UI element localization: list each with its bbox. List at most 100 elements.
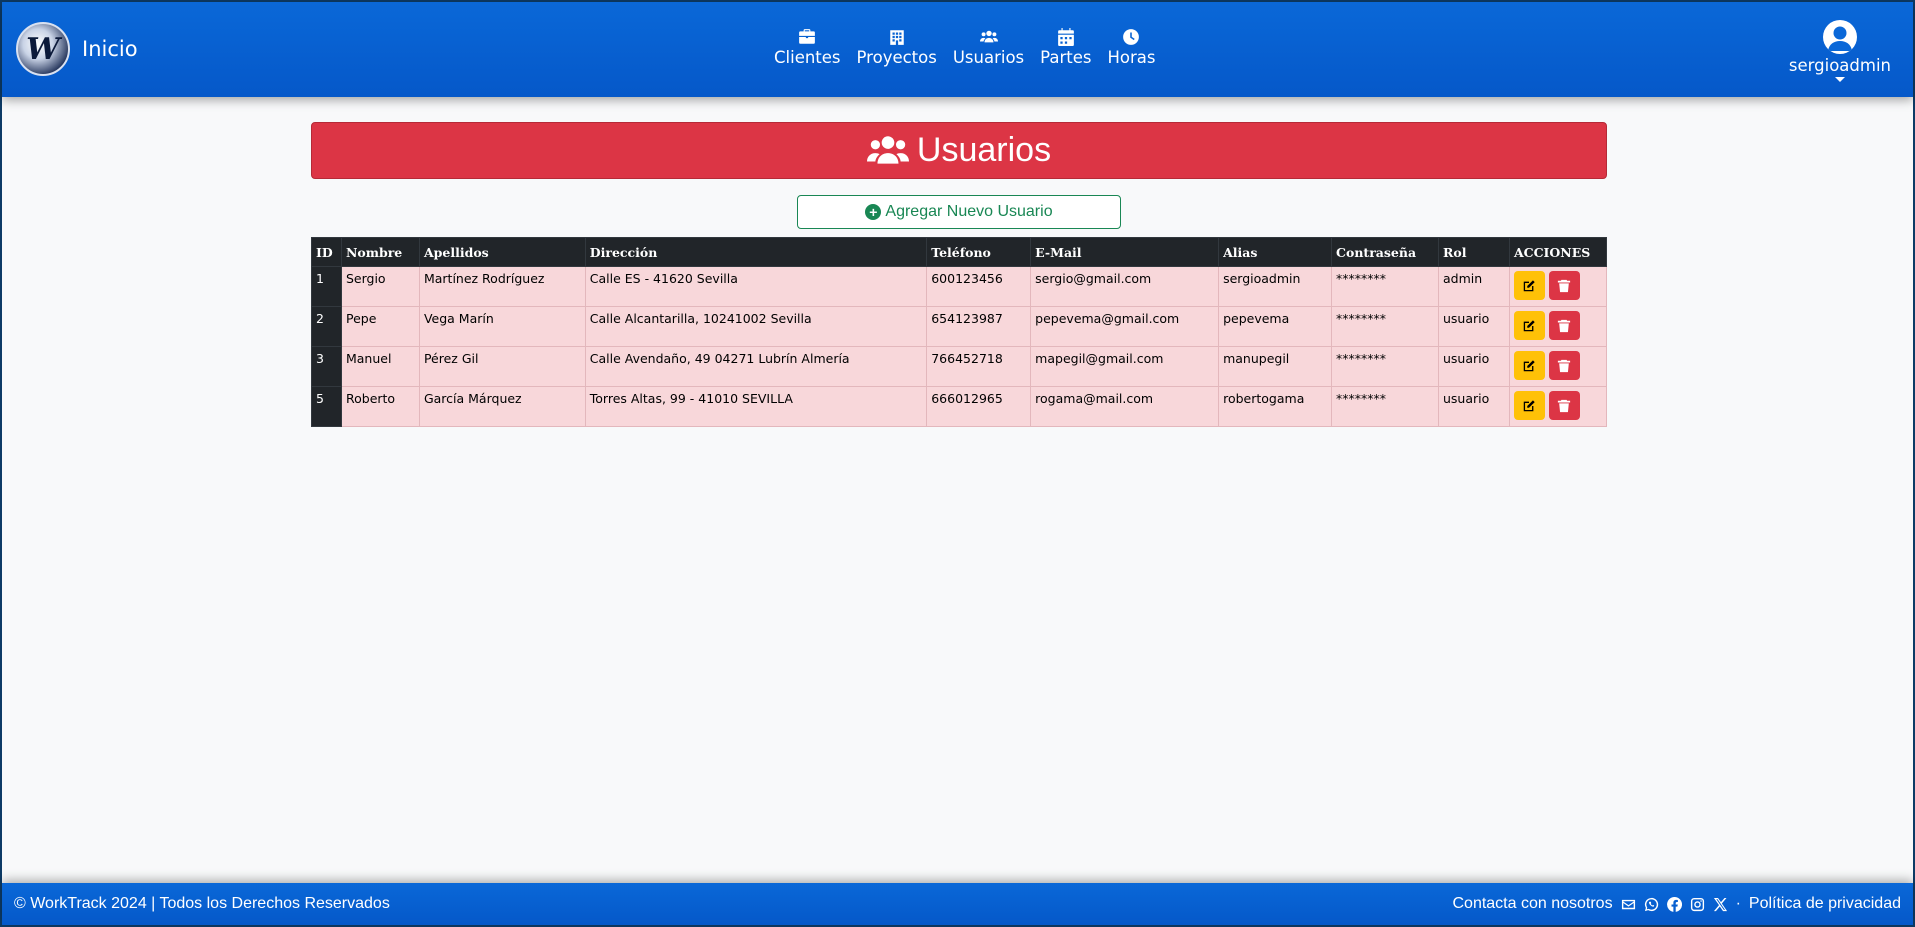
home-label: Inicio [82, 37, 138, 61]
cell-acciones [1508, 386, 1608, 427]
table-row: 5 Roberto García Márquez Torres Altas, 9… [311, 386, 1608, 427]
x-icon[interactable] [1713, 897, 1728, 912]
edit-button[interactable] [1513, 271, 1545, 300]
page-title: Usuarios [916, 131, 1052, 169]
cell-contrasena: ******** [1331, 346, 1439, 387]
nav-item-usuarios[interactable]: Usuarios [953, 28, 1024, 67]
column-header: Nombre [340, 237, 420, 267]
building-icon [889, 30, 904, 45]
delete-button[interactable] [1548, 271, 1580, 300]
nav-label: Proyectos [856, 48, 937, 67]
edit-icon [1524, 399, 1536, 411]
envelope-icon[interactable] [1621, 897, 1636, 912]
edit-icon [1524, 319, 1536, 331]
nav-item-clientes[interactable]: Clientes [774, 28, 841, 67]
cell-rol: usuario [1438, 386, 1510, 427]
edit-icon [1524, 359, 1536, 371]
nav-item-proyectos[interactable]: Proyectos [857, 28, 937, 67]
trash-icon [1558, 399, 1571, 412]
cell-acciones [1508, 306, 1608, 347]
chevron-down-icon [1834, 77, 1845, 82]
column-header: Apellidos [418, 237, 586, 267]
cell-apellidos: Martínez Rodríguez [418, 266, 586, 307]
cell-email: rogama@mail.com [1030, 386, 1220, 427]
footer: © WorkTrack 2024 | Todos los Derechos Re… [2, 883, 1913, 925]
add-user-label: Agregar Nuevo Usuario [885, 203, 1053, 220]
column-header: ACCIONES [1508, 237, 1608, 267]
column-header: ID [311, 237, 342, 267]
instagram-icon[interactable] [1690, 897, 1705, 912]
cell-acciones [1508, 266, 1608, 307]
cell-id: 3 [311, 346, 342, 387]
copyright-text: © WorkTrack 2024 | Todos los Derechos Re… [14, 895, 390, 912]
cell-email: sergio@gmail.com [1030, 266, 1220, 307]
cell-id: 2 [311, 306, 342, 347]
cell-contrasena: ******** [1331, 266, 1439, 307]
nav-item-horas[interactable]: Horas [1107, 28, 1155, 67]
nav-label: Usuarios [952, 48, 1025, 67]
facebook-icon[interactable] [1666, 896, 1682, 912]
cell-contrasena: ******** [1331, 306, 1439, 347]
delete-button[interactable] [1548, 311, 1580, 340]
table-row: 1 Sergio Martínez Rodríguez Calle ES - 4… [311, 266, 1608, 307]
calendar-icon [1057, 28, 1074, 46]
nav-label: Clientes [774, 48, 841, 67]
cell-telefono: 654123987 [926, 306, 1032, 347]
briefcase-icon [799, 29, 816, 44]
edit-button[interactable] [1513, 351, 1545, 380]
cell-nombre: Manuel [340, 346, 420, 387]
edit-button[interactable] [1513, 391, 1545, 420]
user-menu[interactable]: sergioadmin [1789, 20, 1891, 82]
top-navbar: W Inicio Clientes Proyectos Usuarios Par… [2, 2, 1913, 97]
cell-apellidos: Pérez Gil [418, 346, 586, 387]
cell-email: mapegil@gmail.com [1030, 346, 1220, 387]
cell-direccion: Calle Alcantarilla, 10241002 Sevilla [584, 306, 928, 347]
cell-email: pepevema@gmail.com [1030, 306, 1220, 347]
page-title-banner: Usuarios [311, 122, 1607, 179]
cell-alias: pepevema [1218, 306, 1333, 347]
user-avatar-icon [1822, 20, 1857, 54]
column-header: E-Mail [1030, 237, 1220, 267]
clock-icon [1123, 29, 1140, 45]
worktrack-logo: W [16, 22, 70, 76]
privacy-link[interactable]: Política de privacidad [1749, 895, 1901, 913]
trash-icon [1558, 359, 1571, 372]
cell-id: 5 [311, 386, 342, 427]
table-row: 2 Pepe Vega Marín Calle Alcantarilla, 10… [311, 306, 1608, 347]
cell-rol: admin [1438, 266, 1510, 307]
cell-rol: usuario [1438, 346, 1510, 387]
plus-circle-icon: + [865, 204, 882, 220]
cell-rol: usuario [1438, 306, 1510, 347]
users-icon [979, 30, 998, 43]
cell-telefono: 766452718 [926, 346, 1032, 387]
table-row: 3 Manuel Pérez Gil Calle Avendaño, 49 04… [311, 346, 1608, 387]
footer-links: Contacta con nosotros · Política de priv… [1452, 895, 1901, 913]
home-link[interactable]: W Inicio [16, 22, 138, 76]
cell-contrasena: ******** [1331, 386, 1439, 427]
cell-nombre: Roberto [340, 386, 420, 427]
cell-direccion: Calle ES - 41620 Sevilla [584, 266, 928, 307]
cell-telefono: 666012965 [926, 386, 1032, 427]
cell-telefono: 600123456 [926, 266, 1032, 307]
column-header: Rol [1438, 237, 1510, 267]
users-table: ID Nombre Apellidos Dirección Teléfono E… [311, 237, 1608, 427]
cell-alias: sergioadmin [1218, 266, 1333, 307]
users-icon [866, 135, 909, 164]
edit-icon [1524, 279, 1536, 291]
delete-button[interactable] [1548, 351, 1580, 380]
cell-acciones [1508, 346, 1608, 387]
edit-button[interactable] [1513, 311, 1545, 340]
table-header-row: ID Nombre Apellidos Dirección Teléfono E… [311, 237, 1608, 267]
cell-apellidos: Vega Marín [418, 306, 586, 347]
add-user-button[interactable]: + Agregar Nuevo Usuario [797, 195, 1121, 229]
cell-id: 1 [311, 266, 342, 307]
delete-button[interactable] [1548, 391, 1580, 420]
column-header: Alias [1218, 237, 1333, 267]
footer-separator: · [1735, 895, 1741, 912]
column-header: Contraseña [1331, 237, 1439, 267]
nav-item-partes[interactable]: Partes [1040, 28, 1091, 67]
user-name: sergioadmin [1788, 56, 1891, 75]
cell-alias: manupegil [1218, 346, 1333, 387]
contact-link[interactable]: Contacta con nosotros [1452, 895, 1612, 913]
whatsapp-icon[interactable] [1644, 897, 1659, 912]
